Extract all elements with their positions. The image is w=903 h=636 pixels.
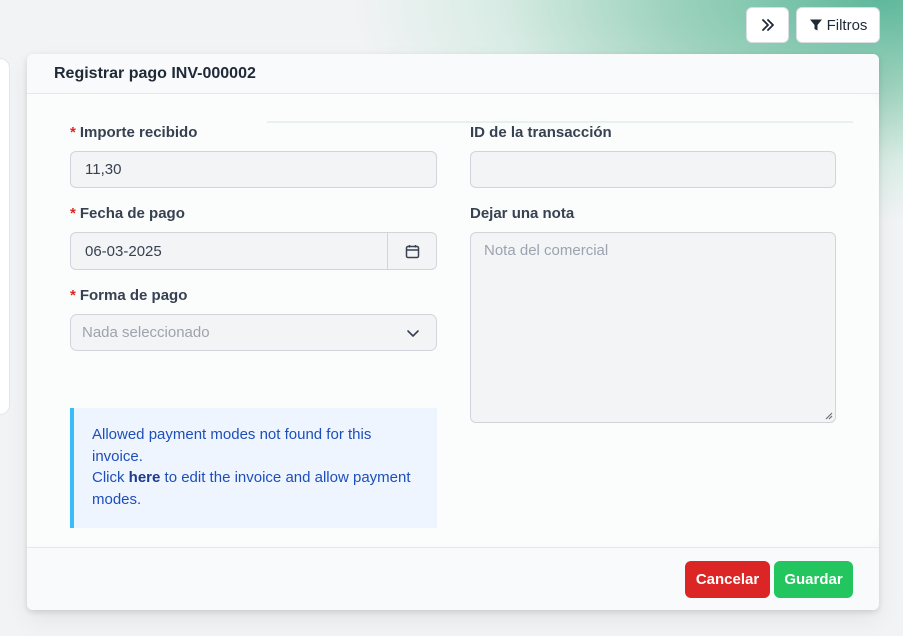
modal-footer: Cancelar Guardar — [27, 547, 879, 610]
note-label: Dejar una nota — [470, 205, 575, 222]
chevron-down-icon — [407, 330, 419, 337]
payment-mode-select[interactable]: Nada seleccionado — [70, 314, 437, 351]
required-mark: * — [70, 205, 76, 222]
date-picker-button[interactable] — [387, 233, 436, 269]
alert-click-text: Click — [92, 469, 125, 486]
required-mark: * — [70, 124, 76, 141]
filters-button[interactable]: Filtros — [796, 7, 880, 43]
edit-invoice-link[interactable]: here — [129, 469, 161, 486]
payment-mode-placeholder: Nada seleccionado — [82, 324, 210, 341]
modal-header: Registrar pago INV-000002 — [27, 54, 879, 94]
register-payment-modal: Registrar pago INV-000002 * Importe recib… — [27, 54, 879, 610]
resize-handle-icon[interactable] — [824, 411, 833, 420]
amount-label: * Importe recibido — [70, 124, 198, 141]
cancel-button[interactable]: Cancelar — [685, 561, 770, 598]
payment-date-label: * Fecha de pago — [70, 205, 185, 222]
divider — [267, 121, 853, 123]
payment-modes-alert: Allowed payment modes not found for this… — [70, 408, 437, 528]
amount-value: 11,30 — [85, 161, 122, 178]
payment-mode-label: * Forma de pago — [70, 287, 188, 304]
transaction-id-input[interactable] — [470, 151, 836, 188]
note-textarea[interactable]: Nota del comercial — [470, 232, 836, 423]
modal-title: Registrar pago INV-000002 — [54, 64, 256, 82]
payment-date-input[interactable]: 06-03-2025 — [70, 232, 437, 270]
required-mark: * — [70, 287, 76, 304]
expand-button[interactable] — [746, 7, 789, 43]
calendar-icon — [405, 244, 419, 258]
transaction-id-label: ID de la transacción — [470, 124, 612, 141]
background-side-panel — [0, 58, 10, 415]
modal-body: * Importe recibido 11,30 ID de la transac… — [27, 94, 879, 546]
funnel-icon — [809, 19, 822, 31]
note-placeholder: Nota del comercial — [484, 242, 609, 259]
double-chevron-right-icon — [761, 19, 774, 31]
filters-label: Filtros — [826, 16, 868, 34]
amount-input[interactable]: 11,30 — [70, 151, 437, 188]
save-button[interactable]: Guardar — [774, 561, 853, 598]
payment-date-value: 06-03-2025 — [85, 242, 162, 260]
alert-line-1: Allowed payment modes not found for this… — [92, 426, 372, 465]
